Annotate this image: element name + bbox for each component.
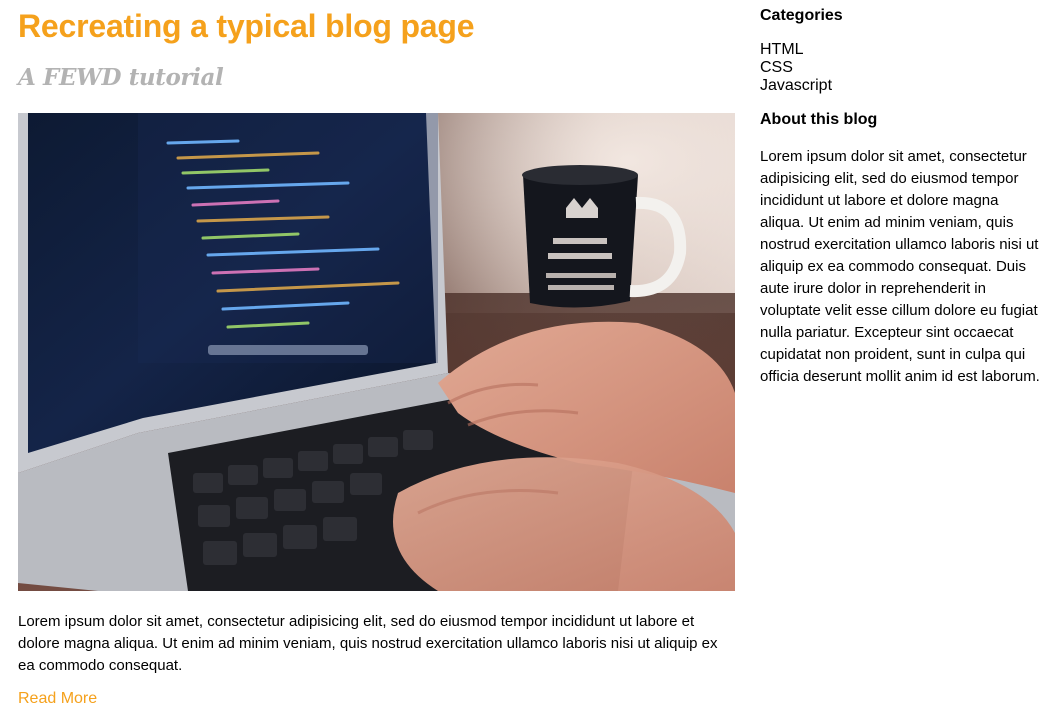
category-link-javascript[interactable]: Javascript (760, 77, 832, 95)
post-subtitle: A FEWD tutorial (18, 64, 224, 91)
category-link-css[interactable]: CSS (760, 59, 832, 77)
about-text: Lorem ipsum dolor sit amet, consectetur … (760, 148, 1040, 385)
read-more-link[interactable]: Read More (18, 690, 97, 708)
categories-list: HTML CSS Javascript (760, 41, 832, 95)
hero-image (18, 113, 735, 591)
post-title: Recreating a typical blog page (18, 8, 475, 44)
post-excerpt: Lorem ipsum dolor sit amet, consectetur … (18, 613, 718, 674)
categories-heading: Categories (760, 7, 843, 24)
category-link-html[interactable]: HTML (760, 41, 832, 59)
about-heading: About this blog (760, 111, 878, 128)
